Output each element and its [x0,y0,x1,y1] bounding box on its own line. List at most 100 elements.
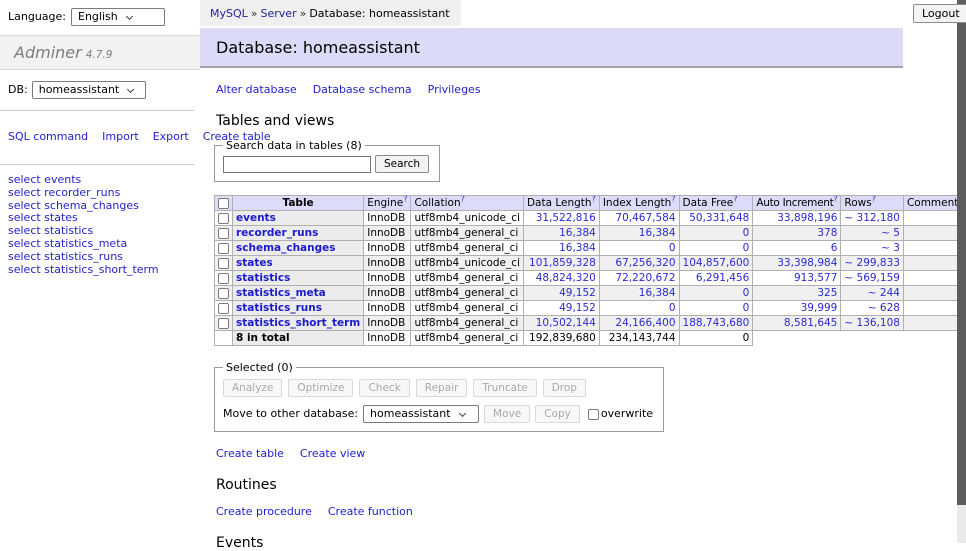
move-db-select[interactable]: homeassistant [363,405,479,423]
index-length-cell[interactable]: 16,384 [599,226,679,241]
rows-cell[interactable]: ~ 244 [841,286,904,301]
data-length-cell[interactable]: 49,152 [523,286,599,301]
help-icon[interactable]: ? [733,196,737,204]
index-length-cell[interactable]: 0 [599,241,679,256]
breadcrumb-server-link[interactable]: Server [261,7,297,20]
create-table-link[interactable]: Create table [216,447,284,460]
help-icon[interactable]: ? [403,196,407,204]
db-select[interactable]: homeassistant [32,81,146,99]
row-checkbox[interactable] [218,303,229,314]
index-length-cell[interactable]: 72,220,672 [599,271,679,286]
optimize-button[interactable]: Optimize [288,379,353,397]
overwrite-label: overwrite [601,407,653,420]
collation-cell: utf8mb4_unicode_ci [411,256,523,271]
data-length-cell[interactable]: 48,824,320 [523,271,599,286]
engine-cell: InnoDB [364,241,411,256]
row-checkbox[interactable] [218,243,229,254]
search-button[interactable]: Search [375,155,429,173]
data-length-cell[interactable]: 10,502,144 [523,316,599,331]
overwrite-checkbox[interactable] [588,409,599,420]
table-name-cell: schema_changes [233,241,364,256]
data-length-cell[interactable]: 49,152 [523,301,599,316]
breadcrumb-current: Database: homeassistant [309,7,449,20]
rows-cell[interactable]: ~ 628 [841,301,904,316]
search-input[interactable] [223,156,371,173]
sql-command-link[interactable]: SQL command [8,130,88,143]
auto-increment-cell: 378 [753,226,841,241]
table-name-cell: states [233,256,364,271]
row-checkbox[interactable] [218,288,229,299]
rows-cell[interactable]: ~ 5 [841,226,904,241]
sidebar-select-link[interactable]: select states [8,211,78,224]
select-all-cell[interactable] [215,196,233,211]
data-length-cell[interactable]: 16,384 [523,226,599,241]
import-link[interactable]: Import [102,130,139,143]
row-checkbox[interactable] [218,318,229,329]
row-checkbox-cell [215,286,233,301]
index-length-cell[interactable]: 0 [599,301,679,316]
row-checkbox[interactable] [218,273,229,284]
sidebar-select-link[interactable]: select statistics_short_term [8,263,159,276]
check-button[interactable]: Check [359,379,409,397]
table-link[interactable]: recorder_runs [236,227,318,239]
create-function-link[interactable]: Create function [328,505,413,518]
row-checkbox[interactable] [218,228,229,239]
help-icon[interactable]: ? [671,196,675,204]
help-icon[interactable]: ? [872,196,876,204]
logout-button[interactable]: Logout [913,4,966,23]
scrollbar-thumb[interactable] [957,0,966,505]
rows-cell[interactable]: ~ 3 [841,241,904,256]
drop-button[interactable]: Drop [543,379,586,397]
index-length-cell[interactable]: 67,256,320 [599,256,679,271]
index-length-cell[interactable]: 16,384 [599,286,679,301]
create-view-link[interactable]: Create view [300,447,365,460]
analyze-button[interactable]: Analyze [223,379,282,397]
rows-cell[interactable]: ~ 312,180 [841,211,904,226]
engine-cell: InnoDB [364,286,411,301]
scrollbar[interactable] [957,0,966,543]
table-link[interactable]: statistics_short_term [236,317,360,329]
create-procedure-link[interactable]: Create procedure [216,505,312,518]
sidebar-select-link[interactable]: select statistics_meta [8,237,127,250]
help-icon[interactable]: ? [833,196,837,204]
sidebar-select-link[interactable]: select statistics [8,224,93,237]
rows-cell[interactable]: ~ 569,159 [841,271,904,286]
index-length-cell[interactable]: 70,467,584 [599,211,679,226]
rows-cell[interactable]: ~ 136,108 [841,316,904,331]
privileges-link[interactable]: Privileges [428,83,481,96]
copy-button[interactable]: Copy [535,405,580,423]
alter-database-link[interactable]: Alter database [216,83,297,96]
index-length-cell[interactable]: 24,166,400 [599,316,679,331]
sidebar-select-link[interactable]: select schema_changes [8,199,139,212]
table-link[interactable]: statistics [236,272,290,284]
sidebar-select-link[interactable]: select events [8,173,81,186]
move-button[interactable]: Move [484,405,530,423]
data-length-cell[interactable]: 101,859,328 [523,256,599,271]
col-auto-increment: Auto Increment? [753,196,841,211]
truncate-button[interactable]: Truncate [473,379,536,397]
data-length-cell[interactable]: 31,522,816 [523,211,599,226]
rows-cell[interactable]: ~ 299,833 [841,256,904,271]
data-length-cell[interactable]: 16,384 [523,241,599,256]
sidebar-select-link[interactable]: select statistics_runs [8,250,123,263]
export-link[interactable]: Export [153,130,189,143]
database-schema-link[interactable]: Database schema [313,83,412,96]
table-link[interactable]: states [236,257,273,269]
table-link[interactable]: events [236,212,276,224]
repair-button[interactable]: Repair [416,379,468,397]
breadcrumb-mysql-link[interactable]: MySQL [210,7,248,20]
help-icon[interactable]: ? [592,196,596,204]
main-panel: MySQL»Server»Database: homeassistant Dat… [200,0,903,551]
auto-increment-cell: 33,398,984 [753,256,841,271]
row-checkbox[interactable] [218,213,229,224]
help-icon[interactable]: ? [461,196,465,204]
table-link[interactable]: statistics_meta [236,287,326,299]
language-select[interactable]: English [71,8,165,26]
total-data-length-cell: 192,839,680 [523,331,599,346]
row-checkbox[interactable] [218,258,229,269]
table-link[interactable]: statistics_runs [236,302,322,314]
sidebar-select-link[interactable]: select recorder_runs [8,186,120,199]
table-link[interactable]: schema_changes [236,242,336,254]
select-all-checkbox[interactable] [218,198,229,209]
auto-increment-cell: 913,577 [753,271,841,286]
